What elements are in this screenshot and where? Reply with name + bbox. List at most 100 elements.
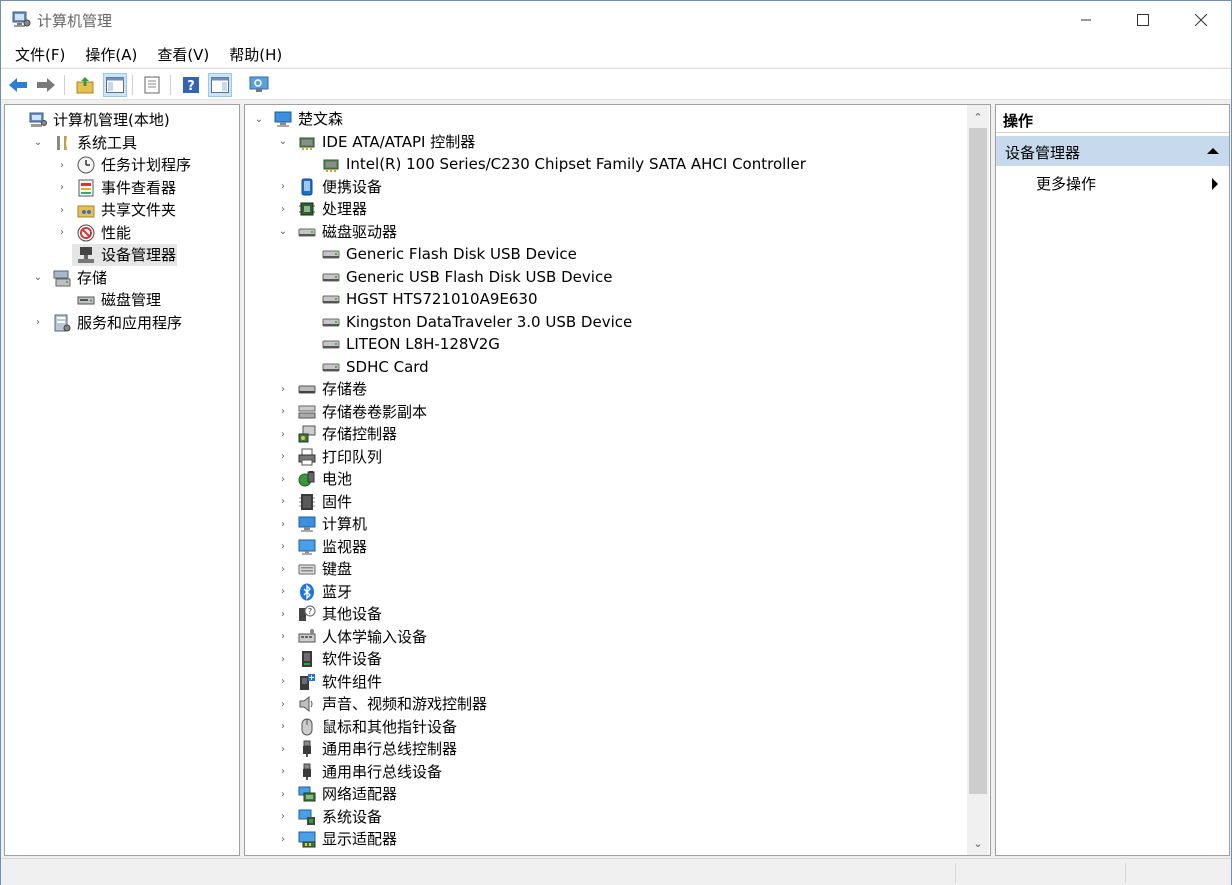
tree-node[interactable]: › 性能 bbox=[5, 222, 239, 244]
scroll-down-arrow[interactable]: ⌄ bbox=[967, 833, 989, 853]
device-node[interactable]: › 蓝牙 bbox=[245, 581, 965, 603]
help-button[interactable]: ? bbox=[179, 73, 203, 97]
tree-node[interactable]: ⌄ 存储 bbox=[5, 267, 239, 289]
device-node[interactable]: › 通用串行总线设备 bbox=[245, 761, 965, 783]
show-hide-tree-button[interactable] bbox=[103, 73, 127, 97]
device-node[interactable]: › 打印队列 bbox=[245, 446, 965, 468]
maximize-button[interactable] bbox=[1114, 1, 1172, 39]
collapsed-chevron-icon[interactable]: › bbox=[277, 586, 289, 598]
collapsed-chevron-icon[interactable]: › bbox=[277, 676, 289, 688]
tree-node[interactable]: 磁盘管理 bbox=[5, 289, 239, 311]
device-node[interactable]: › 鼠标和其他指针设备 bbox=[245, 716, 965, 738]
expanded-chevron-icon[interactable]: ⌄ bbox=[32, 272, 44, 284]
device-node[interactable]: › 通用串行总线控制器 bbox=[245, 738, 965, 760]
device-node[interactable]: ⌄ 楚文森 bbox=[245, 108, 965, 130]
collapsed-chevron-icon[interactable]: › bbox=[56, 159, 68, 171]
device-node[interactable]: › 计算机 bbox=[245, 513, 965, 535]
device-node[interactable]: › 监视器 bbox=[245, 536, 965, 558]
device-node[interactable]: › 网络适配器 bbox=[245, 783, 965, 805]
collapsed-chevron-icon[interactable]: › bbox=[277, 833, 289, 845]
collapsed-chevron-icon[interactable]: › bbox=[277, 608, 289, 620]
collapsed-chevron-icon[interactable]: › bbox=[277, 653, 289, 665]
collapsed-chevron-icon[interactable]: › bbox=[277, 541, 289, 553]
expanded-chevron-icon[interactable]: ⌄ bbox=[32, 137, 44, 149]
menu-file[interactable]: 文件(F) bbox=[5, 39, 75, 67]
device-node[interactable]: Intel(R) 100 Series/C230 Chipset Family … bbox=[245, 153, 965, 175]
menu-view[interactable]: 查看(V) bbox=[147, 39, 219, 67]
collapsed-chevron-icon[interactable]: › bbox=[56, 204, 68, 216]
collapsed-chevron-icon[interactable]: › bbox=[56, 182, 68, 194]
device-node[interactable]: LITEON L8H-128V2G bbox=[245, 333, 965, 355]
expanded-chevron-icon[interactable]: ⌄ bbox=[277, 226, 289, 238]
device-node[interactable]: Generic USB Flash Disk USB Device bbox=[245, 266, 965, 288]
device-node[interactable]: › 处理器 bbox=[245, 198, 965, 220]
device-node[interactable]: › 软件组件 bbox=[245, 671, 965, 693]
device-node[interactable]: ›? 其他设备 bbox=[245, 603, 965, 625]
collapsed-chevron-icon[interactable]: › bbox=[277, 766, 289, 778]
collapsed-chevron-icon[interactable]: › bbox=[277, 563, 289, 575]
collapsed-chevron-icon[interactable]: › bbox=[277, 631, 289, 643]
expanded-chevron-icon[interactable]: ⌄ bbox=[277, 136, 289, 148]
collapsed-chevron-icon[interactable]: › bbox=[277, 698, 289, 710]
back-button[interactable] bbox=[6, 73, 30, 97]
action-section-device-manager[interactable]: 设备管理器 bbox=[996, 136, 1229, 166]
action-pane-button[interactable] bbox=[208, 73, 232, 97]
collapsed-chevron-icon[interactable]: › bbox=[56, 227, 68, 239]
device-node[interactable]: › 便携设备 bbox=[245, 176, 965, 198]
device-node[interactable]: › 显示适配器 bbox=[245, 828, 965, 850]
device-node[interactable]: › 系统设备 bbox=[245, 806, 965, 828]
tree-node[interactable]: › 服务和应用程序 bbox=[5, 312, 239, 334]
tree-node[interactable]: › 事件查看器 bbox=[5, 177, 239, 199]
tree-node[interactable]: ⌄ 系统工具 bbox=[5, 132, 239, 154]
collapsed-chevron-icon[interactable]: › bbox=[277, 788, 289, 800]
device-node[interactable]: › 声音、视频和游戏控制器 bbox=[245, 693, 965, 715]
collapsed-chevron-icon[interactable]: › bbox=[32, 317, 44, 329]
collapsed-chevron-icon[interactable]: › bbox=[277, 496, 289, 508]
minimize-button[interactable] bbox=[1057, 1, 1115, 39]
close-button[interactable] bbox=[1172, 1, 1230, 39]
device-node[interactable]: › 电池 bbox=[245, 468, 965, 490]
tree-node[interactable]: 计算机管理(本地) bbox=[5, 109, 239, 131]
device-node[interactable]: SDHC Card bbox=[245, 356, 965, 378]
properties-button[interactable] bbox=[140, 73, 164, 97]
collapsed-chevron-icon[interactable]: › bbox=[277, 451, 289, 463]
device-node[interactable]: Kingston DataTraveler 3.0 USB Device bbox=[245, 311, 965, 333]
collapsed-chevron-icon[interactable]: › bbox=[277, 721, 289, 733]
menu-help[interactable]: 帮助(H) bbox=[219, 39, 292, 67]
monitor-button[interactable] bbox=[247, 73, 271, 97]
mouse-icon bbox=[301, 718, 313, 735]
device-node-label: 电池 bbox=[322, 470, 353, 488]
device-node-label: 存储卷 bbox=[322, 380, 368, 398]
tree-node[interactable]: › 共享文件夹 bbox=[5, 199, 239, 221]
collapsed-chevron-icon[interactable]: › bbox=[277, 518, 289, 530]
collapsed-chevron-icon[interactable]: › bbox=[277, 203, 289, 215]
device-node[interactable]: › 存储卷 bbox=[245, 378, 965, 400]
tree-node[interactable]: 设备管理器 bbox=[5, 244, 239, 266]
scroll-up-arrow[interactable]: ⌃ bbox=[967, 107, 989, 127]
device-node[interactable]: › 人体学输入设备 bbox=[245, 626, 965, 648]
collapsed-chevron-icon[interactable]: › bbox=[277, 428, 289, 440]
device-node[interactable]: › 存储卷卷影副本 bbox=[245, 401, 965, 423]
device-node[interactable]: › 固件 bbox=[245, 491, 965, 513]
more-actions-item[interactable]: 更多操作 bbox=[996, 170, 1229, 196]
expanded-chevron-icon[interactable]: ⌄ bbox=[253, 113, 265, 125]
collapsed-chevron-icon[interactable]: › bbox=[277, 406, 289, 418]
collapsed-chevron-icon[interactable]: › bbox=[277, 811, 289, 823]
device-node[interactable]: HGST HTS721010A9E630 bbox=[245, 288, 965, 310]
device-node[interactable]: ⌄ 磁盘驱动器 bbox=[245, 221, 965, 243]
device-node[interactable]: › 存储控制器 bbox=[245, 423, 965, 445]
speaker-icon bbox=[299, 695, 313, 713]
up-level-button[interactable] bbox=[73, 73, 97, 97]
device-node[interactable]: Generic Flash Disk USB Device bbox=[245, 243, 965, 265]
collapsed-chevron-icon[interactable]: › bbox=[277, 743, 289, 755]
menu-action[interactable]: 操作(A) bbox=[75, 39, 147, 67]
scrollbar-thumb[interactable] bbox=[969, 128, 987, 794]
tree-node[interactable]: › 任务计划程序 bbox=[5, 154, 239, 176]
device-node[interactable]: ⌄ IDE ATA/ATAPI 控制器 bbox=[245, 131, 965, 153]
collapsed-chevron-icon[interactable]: › bbox=[277, 181, 289, 193]
collapsed-chevron-icon[interactable]: › bbox=[277, 383, 289, 395]
collapsed-chevron-icon[interactable]: › bbox=[277, 473, 289, 485]
forward-button[interactable] bbox=[34, 73, 58, 97]
device-node[interactable]: › 软件设备 bbox=[245, 648, 965, 670]
device-node[interactable]: › 键盘 bbox=[245, 558, 965, 580]
